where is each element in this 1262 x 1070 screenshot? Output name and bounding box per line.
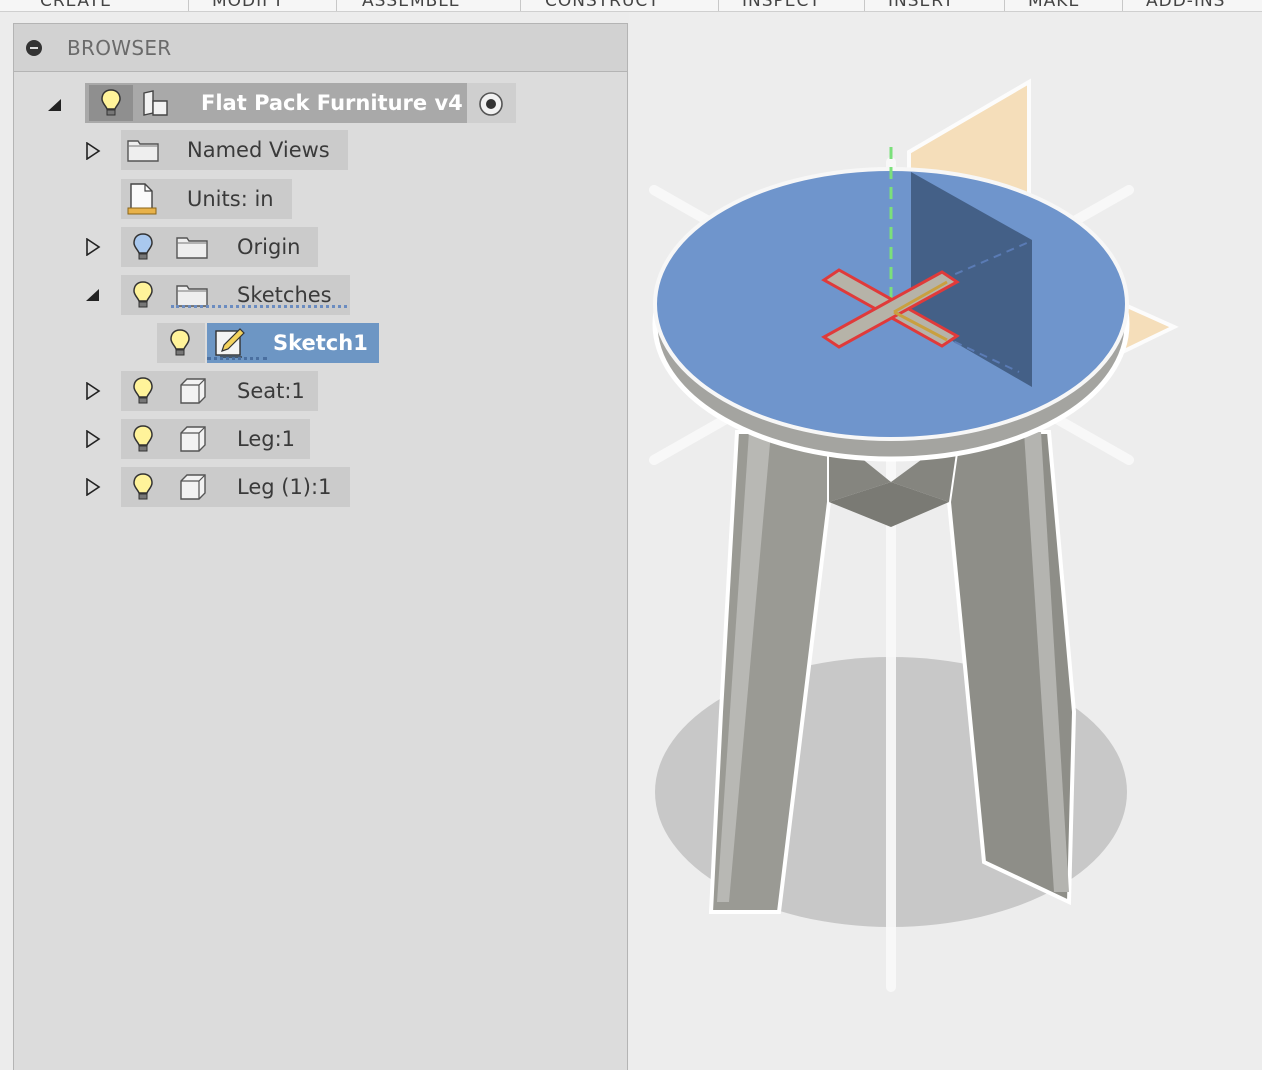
tab-inspect[interactable]: INSPECT: [742, 0, 821, 11]
stool-model[interactable]: [629, 12, 1262, 1070]
lightbulb-icon: [101, 89, 121, 116]
toolbar-separator: [520, 0, 521, 11]
tab-assemble[interactable]: ASSEMBLE: [362, 0, 461, 11]
sketch1-visibility-cell[interactable]: [157, 323, 205, 363]
lightbulb-icon[interactable]: [169, 328, 191, 358]
browser-item-label: Origin: [237, 235, 301, 259]
warning-underline: [171, 302, 347, 308]
browser-item-origin[interactable]: Origin: [121, 227, 318, 267]
visibility-toggle[interactable]: [89, 85, 133, 121]
tab-insert[interactable]: INSERT: [888, 0, 954, 11]
browser-item-sketches[interactable]: Sketches: [121, 275, 350, 315]
collapsed-triangle-icon[interactable]: [85, 142, 101, 160]
toolbar-separator: [336, 0, 337, 11]
warning-underline: [207, 354, 267, 360]
lightbulb-icon[interactable]: [132, 376, 154, 406]
browser-item-named-views[interactable]: Named Views: [121, 130, 348, 170]
browser-item-label: Sketch1: [273, 331, 368, 355]
browser-item-units[interactable]: Units: in: [121, 179, 292, 219]
document-ruler-icon: [127, 183, 157, 215]
browser-item-leg-1[interactable]: Leg (1):1: [121, 467, 350, 507]
folder-icon: [176, 237, 208, 259]
browser-item-leg[interactable]: Leg:1: [121, 419, 310, 459]
collapsed-triangle-icon[interactable]: [85, 478, 101, 496]
body-icon: [180, 426, 206, 452]
body-icon: [180, 474, 206, 500]
root-component[interactable]: Flat Pack Furniture v4: [85, 83, 467, 123]
browser-panel: BROWSER Flat Pack Furniture v4 Named Vie…: [13, 23, 628, 1070]
toolbar-separator: [864, 0, 865, 11]
toolbar-separator: [188, 0, 189, 11]
model-viewport[interactable]: [629, 12, 1262, 1070]
browser-item-label: Leg:1: [237, 427, 296, 451]
lightbulb-icon[interactable]: [132, 424, 154, 454]
tab-create[interactable]: CREATE: [40, 0, 112, 11]
browser-item-sketch1[interactable]: Sketch1: [207, 323, 379, 363]
browser-title: BROWSER: [67, 36, 172, 60]
browser-header: BROWSER: [14, 24, 627, 72]
collapsed-triangle-icon[interactable]: [85, 238, 101, 256]
expanded-triangle-icon[interactable]: [47, 96, 63, 114]
tab-make[interactable]: MAKE: [1028, 0, 1080, 11]
lightbulb-off-icon[interactable]: [132, 232, 154, 262]
component-icon: [143, 90, 168, 116]
expanded-triangle-icon[interactable]: [85, 286, 101, 304]
lightbulb-icon[interactable]: [132, 472, 154, 502]
tab-add-ins[interactable]: ADD-INS: [1146, 0, 1225, 11]
activate-button[interactable]: [467, 83, 516, 123]
collapsed-triangle-icon[interactable]: [85, 382, 101, 400]
folder-icon: [127, 140, 159, 162]
tab-modify[interactable]: MODIFY: [212, 0, 284, 11]
collapsed-triangle-icon[interactable]: [85, 430, 101, 448]
browser-item-label: Seat:1: [237, 379, 305, 403]
browser-item-label: Named Views: [187, 138, 330, 162]
toolbar-separator: [1004, 0, 1005, 11]
toolbar-separator: [718, 0, 719, 11]
browser-item-label: Units: in: [187, 187, 274, 211]
browser-item-seat[interactable]: Seat:1: [121, 371, 318, 411]
toolbar-separator: [1122, 0, 1123, 11]
radio-active-icon: [479, 92, 503, 116]
collapse-icon[interactable]: [26, 40, 42, 56]
lightbulb-icon[interactable]: [132, 280, 154, 310]
root-label: Flat Pack Furniture v4: [201, 91, 463, 115]
body-icon: [180, 378, 206, 404]
tab-construct[interactable]: CONSTRUCT: [545, 0, 660, 11]
toolbar: CREATE MODIFY ASSEMBLE CONSTRUCT INSPECT…: [0, 0, 1262, 12]
browser-item-label: Leg (1):1: [237, 475, 332, 499]
